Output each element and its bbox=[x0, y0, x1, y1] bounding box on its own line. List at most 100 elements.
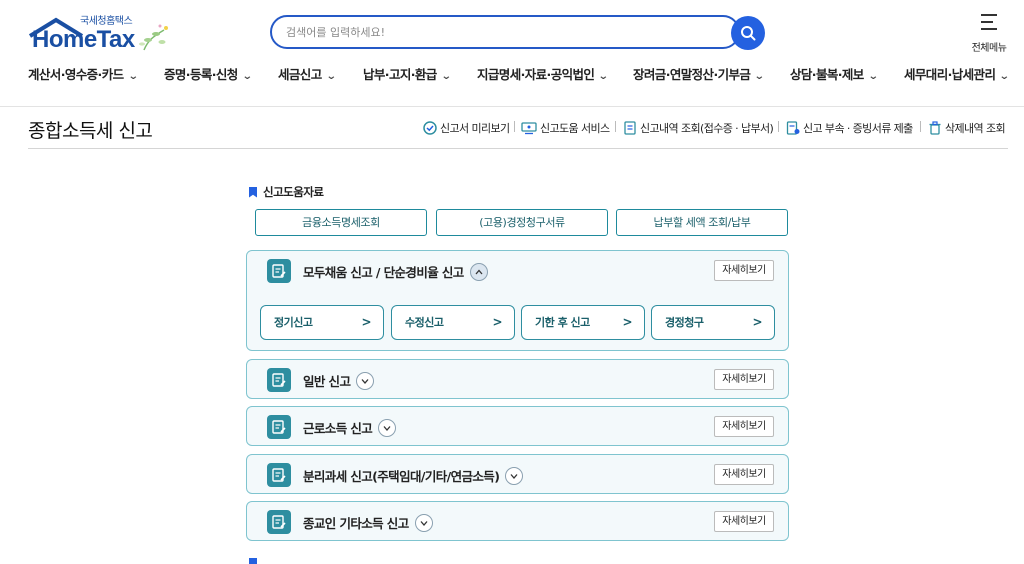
util-link-label: 삭제내역 조회 bbox=[945, 122, 1006, 135]
bookmark-icon bbox=[249, 558, 257, 564]
edit-document-icon bbox=[267, 510, 291, 534]
card-title-text: 종교인 기타소득 신고 bbox=[303, 516, 409, 531]
detail-view-button[interactable]: 자세히보기 bbox=[714, 260, 774, 281]
financial-income-lookup-button[interactable]: 금융소득명세조회 bbox=[255, 209, 427, 236]
header-divider bbox=[0, 106, 1024, 107]
detail-view-button[interactable]: 자세히보기 bbox=[714, 369, 774, 390]
nav-item-label: 납부·고지·환급 bbox=[363, 67, 437, 82]
edit-document-icon bbox=[267, 415, 291, 439]
edit-document-icon bbox=[267, 259, 291, 283]
nav-item-label: 증명·등록·신청 bbox=[164, 67, 238, 82]
plant-decoration-icon bbox=[139, 24, 168, 51]
util-link-preview[interactable]: 신고서 미리보기 bbox=[423, 120, 510, 136]
chevron-down-icon: ⌄ bbox=[325, 71, 336, 82]
card-title: 모두채움 신고 / 단순경비율 신고 bbox=[303, 262, 488, 281]
chevron-down-icon: ⌄ bbox=[440, 71, 452, 82]
all-menu-label: 전체메뉴 bbox=[971, 43, 1007, 54]
logo-text: HomeTax bbox=[32, 26, 135, 53]
trash-icon bbox=[929, 121, 941, 135]
nav-item-label: 세무대리·납세관리 bbox=[904, 67, 996, 82]
edit-document-icon bbox=[267, 368, 291, 392]
chevron-down-icon bbox=[510, 473, 518, 479]
nav-item-certificate[interactable]: 증명·등록·신청 ⌄ bbox=[164, 64, 253, 83]
expand-toggle[interactable] bbox=[356, 371, 375, 390]
nav-item-statements[interactable]: 지급명세·자료·공익법인 ⌄ bbox=[477, 64, 609, 83]
correction-claim-button[interactable]: 경정청구 > bbox=[651, 305, 775, 340]
util-link-history[interactable]: 신고내역 조회(접수증 · 납부서) bbox=[623, 120, 774, 136]
regular-return-button[interactable]: 정기신고 > bbox=[260, 305, 384, 340]
card-title-text: 근로소득 신고 bbox=[303, 421, 373, 436]
late-return-button[interactable]: 기한 후 신고 > bbox=[521, 305, 645, 340]
nav-item-tax-return[interactable]: 세금신고 ⌄ bbox=[278, 64, 336, 83]
chevron-down-icon: ⌄ bbox=[127, 71, 138, 82]
card-general-return: 일반 신고 자세히보기 bbox=[246, 359, 789, 399]
card-title: 분리과세 신고(주택임대/기타/연금소득) bbox=[303, 466, 524, 485]
chevron-right-icon: > bbox=[622, 315, 632, 329]
all-menu-button[interactable]: 전체메뉴 bbox=[966, 14, 1012, 55]
divider bbox=[778, 121, 779, 132]
card-title: 근로소득 신고 bbox=[303, 418, 397, 437]
expand-toggle[interactable] bbox=[378, 418, 397, 437]
chevron-up-icon bbox=[475, 269, 483, 274]
chevron-right-icon: > bbox=[361, 315, 371, 329]
document-icon bbox=[624, 121, 636, 135]
util-link-attachments[interactable]: 신고 부속 · 증빙서류 제출 bbox=[786, 120, 913, 136]
card-religious-income-return: 종교인 기타소득 신고 자세히보기 bbox=[246, 501, 789, 541]
logo-subtitle: 국세청홈택스 bbox=[80, 16, 133, 27]
monitor-icon bbox=[521, 122, 537, 135]
chevron-down-icon: ⌄ bbox=[867, 71, 879, 82]
sub-button-label: 경정청구 bbox=[665, 316, 704, 329]
chevron-right-icon: > bbox=[492, 315, 502, 329]
hometax-logo[interactable]: 국세청홈택스 HomeTax bbox=[28, 12, 178, 53]
card-title: 일반 신고 bbox=[303, 371, 375, 390]
nav-item-incentives[interactable]: 장려금·연말정산·기부금 ⌄ bbox=[633, 64, 765, 83]
sub-button-label: 기한 후 신고 bbox=[535, 316, 590, 329]
bookmark-icon bbox=[249, 186, 257, 198]
amended-return-button[interactable]: 수정신고 > bbox=[391, 305, 515, 340]
edit-document-icon bbox=[267, 463, 291, 487]
nav-item-invoice[interactable]: 계산서·영수증·카드 ⌄ bbox=[28, 64, 138, 83]
page-title: 종합소득세 신고 bbox=[28, 120, 153, 142]
title-divider bbox=[28, 148, 1008, 149]
chevron-down-icon: ⌄ bbox=[999, 71, 1010, 82]
divider bbox=[615, 121, 616, 132]
tax-payment-lookup-button[interactable]: 납부할 세액 조회/납부 bbox=[616, 209, 788, 236]
detail-view-button[interactable]: 자세히보기 bbox=[714, 416, 774, 437]
help-section-title: 신고도움자료 bbox=[249, 184, 324, 200]
card-title: 종교인 기타소득 신고 bbox=[303, 513, 433, 532]
chevron-down-icon bbox=[361, 378, 369, 384]
hamburger-icon bbox=[981, 14, 997, 30]
chevron-right-icon: > bbox=[752, 315, 762, 329]
divider bbox=[514, 121, 515, 132]
detail-view-button[interactable]: 자세히보기 bbox=[714, 464, 774, 485]
expand-toggle[interactable] bbox=[505, 466, 524, 485]
next-section-title bbox=[249, 558, 263, 564]
card-full-fill-return: 모두채움 신고 / 단순경비율 신고 자세히보기 정기신고 > 수정신고 > 기한 … bbox=[246, 250, 789, 351]
nav-item-label: 상담·불복·제보 bbox=[790, 67, 864, 82]
divider bbox=[920, 121, 921, 132]
nav-item-label: 지급명세·자료·공익법인 bbox=[477, 67, 595, 82]
chevron-down-icon bbox=[383, 425, 391, 431]
util-link-help-service[interactable]: 신고도움 서비스 bbox=[521, 120, 610, 136]
section-title-text: 신고도움자료 bbox=[263, 185, 324, 199]
util-link-deleted[interactable]: 삭제내역 조회 bbox=[928, 120, 1006, 136]
chevron-down-icon: ⌄ bbox=[241, 71, 253, 82]
card-title-text: 모두채움 신고 / 단순경비율 신고 bbox=[303, 265, 464, 280]
nav-item-payment[interactable]: 납부·고지·환급 ⌄ bbox=[363, 64, 452, 83]
nav-item-label: 장려금·연말정산·기부금 bbox=[633, 67, 751, 82]
collapse-toggle[interactable] bbox=[469, 262, 488, 281]
util-link-label: 신고도움 서비스 bbox=[540, 122, 610, 135]
nav-item-tax-agent[interactable]: 세무대리·납세관리 ⌄ bbox=[904, 64, 1010, 83]
nav-item-label: 계산서·영수증·카드 bbox=[28, 67, 124, 82]
detail-view-button[interactable]: 자세히보기 bbox=[714, 511, 774, 532]
expand-toggle[interactable] bbox=[414, 513, 433, 532]
nav-item-label: 세금신고 bbox=[278, 67, 322, 82]
check-circle-icon bbox=[423, 121, 437, 135]
chevron-down-icon: ⌄ bbox=[754, 71, 765, 82]
search-button[interactable] bbox=[731, 16, 765, 50]
nav-item-consulting[interactable]: 상담·불복·제보 ⌄ bbox=[790, 64, 879, 83]
search-input[interactable] bbox=[270, 15, 740, 49]
sub-button-label: 수정신고 bbox=[405, 316, 444, 329]
util-link-label: 신고서 미리보기 bbox=[440, 122, 510, 135]
correction-claim-docs-button[interactable]: (고용)경정청구서류 bbox=[436, 209, 608, 236]
